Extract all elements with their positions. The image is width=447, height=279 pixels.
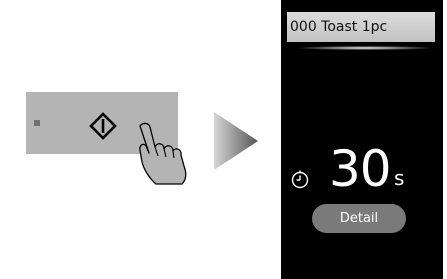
- tapping-hand-icon: [139, 122, 187, 185]
- start-button[interactable]: [89, 112, 117, 140]
- program-label[interactable]: 000 Toast 1pc: [287, 12, 435, 42]
- cooking-time-unit: s: [394, 166, 405, 190]
- display-screen: 000 Toast 1pc 30 s Detail: [281, 0, 443, 279]
- indicator-dot-icon: [34, 120, 40, 126]
- detail-button[interactable]: Detail: [312, 204, 406, 233]
- clock-icon: [291, 170, 309, 189]
- selection-glow: [299, 46, 431, 50]
- right-triangle-arrow-icon: [214, 112, 258, 170]
- start-diamond-icon: [89, 112, 117, 140]
- cooking-time-value: 30: [329, 140, 392, 198]
